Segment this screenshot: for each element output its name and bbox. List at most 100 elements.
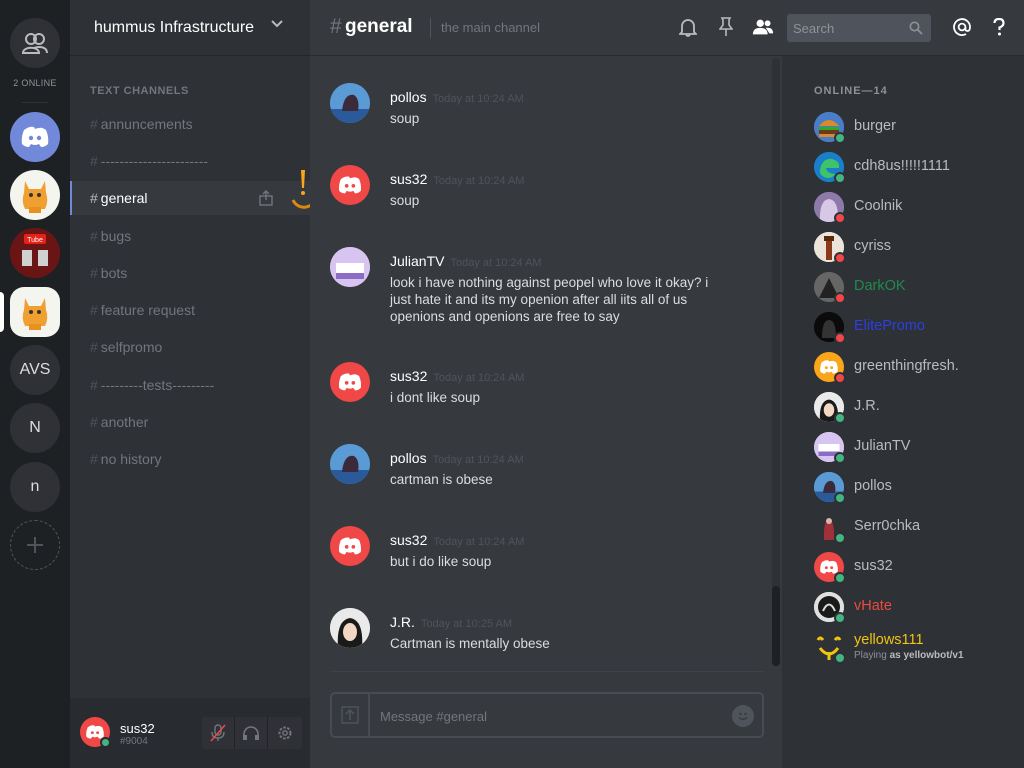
message-author[interactable]: JulianTV Today at 10:24 AM [390,253,542,269]
author-name[interactable]: JulianTV [390,253,444,269]
scrollbar-track[interactable] [772,58,780,666]
server-orange-cat-active[interactable] [10,287,60,337]
channel-sidebar: hummus Infrastructure TEXT CHANNELS # ann… [70,0,317,768]
message-composer[interactable] [330,692,764,738]
user-panel: sus32 #9004 [70,698,310,768]
chevron-down-icon[interactable] [270,17,284,31]
message-author[interactable]: pollos Today at 10:24 AM [390,450,524,466]
author-name[interactable]: sus32 [390,368,427,384]
avatar[interactable] [330,83,370,123]
mentions-button[interactable] [951,16,973,38]
member-item[interactable]: J.R. [814,392,1014,426]
svg-text:Tube: Tube [27,237,43,244]
member-item[interactable]: Serr0chka [814,512,1014,546]
channel-another[interactable]: # another [70,405,310,439]
avatar[interactable] [330,165,370,205]
member-item[interactable]: DarkOK [814,272,1014,306]
channel-general[interactable]: # general [70,181,310,215]
message-author[interactable]: sus32 Today at 10:24 AM [390,368,524,384]
guild-header[interactable]: hummus Infrastructure [70,0,310,56]
author-name[interactable]: sus32 [390,532,427,548]
member-name: Coolnik [854,198,903,214]
member-activity: Playing as yellowbot/v1 [854,650,964,661]
channel-separator-1[interactable]: # ----------------------- [70,144,310,178]
member-item[interactable]: sus32 [814,552,1014,586]
author-name[interactable]: J.R. [390,614,415,630]
upload-icon [341,706,359,724]
member-name: J.R. [854,398,880,414]
upload-button[interactable] [332,694,370,736]
message-author[interactable]: pollos Today at 10:24 AM [390,89,524,105]
add-server-button[interactable] [10,520,60,570]
channel-bots[interactable]: # bots [70,256,310,290]
author-name[interactable]: pollos [390,450,427,466]
friends-button[interactable] [10,18,60,68]
author-name[interactable]: pollos [390,89,427,105]
message-author[interactable]: sus32 Today at 10:24 AM [390,532,524,548]
member-item[interactable]: Coolnik [814,192,1014,226]
channel-tests-separator[interactable]: # ---------tests--------- [70,368,310,402]
member-item[interactable]: pollos [814,472,1014,506]
discord-logo-icon [21,126,49,147]
channel-label: bots [100,265,128,281]
category-label[interactable]: TEXT CHANNELS [90,85,189,97]
channel-selfpromo[interactable]: # selfpromo [70,330,310,364]
server-orange-cat[interactable] [10,170,60,220]
user-controls [202,717,302,749]
member-item[interactable]: JulianTV [814,432,1014,466]
avatar[interactable] [330,526,370,566]
help-button[interactable] [988,16,1010,38]
pollos-avatar-icon [330,83,370,123]
member-item[interactable]: burger [814,112,1014,146]
message-author[interactable]: J.R. Today at 10:25 AM [390,614,512,630]
message-text: but i do like soup [390,554,492,569]
scrollbar-thumb[interactable] [772,586,780,666]
mute-button[interactable] [202,717,235,749]
message-input[interactable] [380,704,720,728]
deafen-button[interactable] [235,717,268,749]
question-mark-icon [993,18,1005,36]
emoji-button[interactable] [732,705,754,727]
member-item[interactable]: cdh8us!!!!!1111 [814,152,1014,186]
server-discord[interactable] [10,112,60,162]
discord-logo-icon [338,537,362,555]
avatar[interactable] [330,608,370,648]
member-list-button[interactable] [752,16,774,38]
avatar[interactable] [330,362,370,402]
status-dnd-indicator [834,252,846,264]
server-avs[interactable]: AVS [10,345,60,395]
cat-icon [22,181,48,213]
server-youtube[interactable]: Tube [10,228,60,278]
server-n[interactable]: n [10,462,60,512]
username: sus32 [120,721,155,736]
channel-hash-icon: # [90,302,98,318]
member-name: ElitePromo [854,318,925,334]
channel-label: another [100,414,149,430]
status-online-indicator [834,452,846,464]
avatar[interactable] [330,247,370,287]
invite-icon[interactable] [258,190,274,206]
channel-bugs[interactable]: # bugs [70,219,310,253]
message-author[interactable]: sus32 Today at 10:24 AM [390,171,524,187]
author-name[interactable]: sus32 [390,171,427,187]
member-item[interactable]: greenthingfresh. [814,352,1014,386]
server-N[interactable]: N [10,403,60,453]
member-item[interactable]: cyriss [814,232,1014,266]
member-item[interactable]: yellows111 Playing as yellowbot/v1 [814,632,1014,666]
search-box[interactable] [787,14,931,42]
channel-no-history[interactable]: # no history [70,442,310,476]
member-name: burger [854,118,896,134]
member-item[interactable]: vHate [814,592,1014,626]
channel-feature-request[interactable]: # feature request [70,293,310,327]
member-item[interactable]: ElitePromo [814,312,1014,346]
avatar[interactable] [330,444,370,484]
channel-annuncements[interactable]: # annuncements [70,107,310,141]
notifications-button[interactable] [677,16,699,38]
message-text: i dont like soup [390,390,481,405]
settings-button[interactable] [268,717,301,749]
member-name: sus32 [854,558,893,574]
channel-label: general [100,190,148,206]
pinned-messages-button[interactable] [715,16,737,38]
message-timestamp: Today at 10:24 AM [433,536,525,548]
avatar[interactable] [80,717,111,748]
